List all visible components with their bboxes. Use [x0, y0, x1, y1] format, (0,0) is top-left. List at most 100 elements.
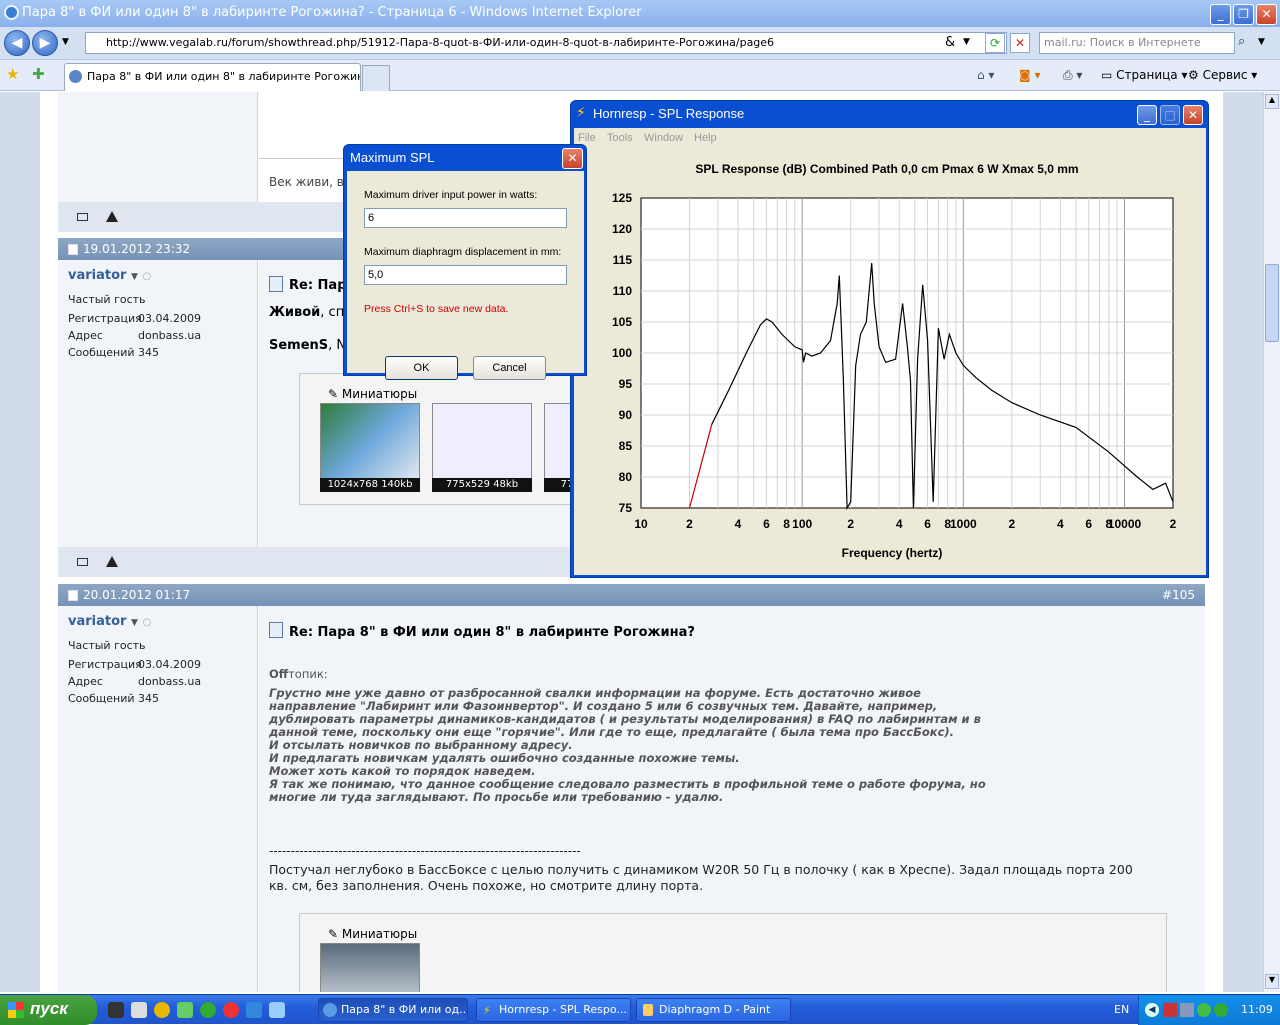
scroll-down-button[interactable]: ▼: [1265, 974, 1279, 989]
tools-menu[interactable]: ⚙ Сервис ▾: [1188, 68, 1257, 82]
refresh-icon[interactable]: ⟳: [985, 33, 1005, 53]
chrome-icon[interactable]: [154, 1002, 170, 1018]
hornresp-minimize-button[interactable]: _: [1137, 105, 1157, 125]
x-tick-label: 4: [735, 517, 742, 531]
tray-app-icon[interactable]: [1197, 1003, 1211, 1017]
power-input[interactable]: 6: [364, 208, 567, 228]
msgs-label: Сообщений: [68, 346, 135, 359]
y-tick-label: 125: [612, 191, 632, 205]
back-button[interactable]: ◀: [4, 30, 30, 56]
url-dropdown-icon[interactable]: ▼: [963, 37, 970, 47]
opera-icon[interactable]: [223, 1002, 239, 1018]
favorites-star-icon[interactable]: ★: [6, 65, 19, 83]
page-menu[interactable]: ▭ Страница ▾: [1101, 68, 1188, 82]
report-icon[interactable]: [106, 211, 118, 222]
post-title: Re: Пар: [289, 278, 347, 293]
taskbar-item-ie[interactable]: Пара 8" в ФИ или од...: [318, 998, 468, 1022]
quicklaunch-icon[interactable]: [200, 1002, 216, 1018]
compat-icon[interactable]: &: [945, 35, 955, 50]
antivirus-icon[interactable]: [1163, 1003, 1177, 1017]
tab-current[interactable]: Пара 8" в ФИ или один 8" в лабиринте Рог…: [64, 63, 361, 91]
feeds-icon[interactable]: ◙ ▾: [1019, 68, 1040, 82]
taskbar-item-paint[interactable]: Diaphragm D - Paint: [636, 998, 791, 1022]
displacement-input[interactable]: 5,0: [364, 265, 567, 285]
x-tick-label: 4: [1057, 517, 1064, 531]
user-msgs: Сообщений 345: [68, 692, 159, 705]
post-text-line: кв. см, без заполнения. Очень похоже, но…: [269, 878, 704, 893]
quicklaunch-icon[interactable]: [131, 1002, 147, 1018]
start-label: пуск: [30, 999, 68, 1018]
save-hint: Press Ctrl+S to save new data.: [364, 303, 509, 315]
tools-menu-label: Сервис: [1202, 68, 1248, 82]
add-favorites-icon[interactable]: ✚: [32, 65, 45, 83]
ie-quicklaunch-icon[interactable]: [246, 1002, 262, 1018]
y-tick-label: 75: [619, 501, 633, 515]
thumb-caption: 775x529 48kb: [432, 478, 532, 492]
max-spl-dialog: Maximum SPL ✕ Maximum driver input power…: [343, 144, 587, 380]
page-scrollbar[interactable]: ▲ ▼: [1263, 92, 1280, 992]
offtopic-text: Грустно мне уже давно от разбросанной св…: [269, 687, 989, 804]
username[interactable]: variator ▼ ○: [68, 614, 151, 629]
user-menu-icon[interactable]: ▼: [131, 272, 138, 282]
username-text: variator: [68, 614, 127, 629]
prev-signature: Век живи, ве: [269, 175, 352, 189]
post-number-link[interactable]: #105: [1162, 584, 1195, 606]
mail-icon[interactable]: [77, 213, 88, 221]
search-icon[interactable]: ⌕: [1238, 34, 1245, 49]
url-input[interactable]: http://www.vegalab.ru/forum/showthread.p…: [85, 32, 1007, 54]
history-dropdown-icon[interactable]: ▼: [62, 37, 69, 47]
menu-help[interactable]: Help: [694, 132, 717, 144]
thumbs-label: ✎ Миниатюры: [328, 927, 418, 941]
network-icon[interactable]: [1180, 1003, 1194, 1017]
quicklaunch-icon[interactable]: [177, 1002, 193, 1018]
username[interactable]: variator ▼ ○: [68, 268, 151, 283]
search-input[interactable]: mail.ru: Поиск в Интернете: [1039, 32, 1235, 54]
post-title-icon: [269, 276, 283, 292]
taskbar-item-hornresp[interactable]: ⚡ Hornresp - SPL Respo...: [476, 998, 631, 1022]
scroll-up-button[interactable]: ▲: [1265, 94, 1279, 109]
close-button[interactable]: ✕: [1256, 4, 1277, 25]
new-tab-button[interactable]: [362, 65, 390, 91]
ok-button[interactable]: OK: [385, 356, 458, 380]
x-tick-label: 6: [924, 517, 931, 531]
thumbnail[interactable]: [432, 403, 532, 483]
report-icon[interactable]: [106, 556, 118, 567]
forward-button[interactable]: ▶: [32, 30, 58, 56]
minimize-button[interactable]: _: [1210, 4, 1231, 25]
tray-app-icon[interactable]: [1214, 1003, 1228, 1017]
home-icon[interactable]: ⌂ ▾: [977, 68, 994, 82]
x-axis-label: Frequency (hertz): [842, 546, 943, 560]
thumbnail[interactable]: [320, 943, 420, 992]
scroll-thumb[interactable]: [1265, 264, 1279, 342]
offtopic-rest: топик:: [288, 667, 328, 681]
addr-value: donbass.ua: [138, 675, 202, 688]
user-info: variator ▼ ○ Частый гость Регистрация 03.…: [58, 260, 258, 547]
cancel-button[interactable]: Cancel: [473, 356, 546, 380]
x-tick-label: 2: [1170, 517, 1177, 531]
post-date: 19.01.2012 23:32: [83, 242, 191, 256]
addr-label: Адрес: [68, 329, 103, 342]
chart-title: SPL Response (dB) Combined Path 0,0 cm P…: [695, 162, 1078, 176]
page-menu-label: Страница: [1116, 68, 1178, 82]
quicklaunch-icon[interactable]: [269, 1002, 285, 1018]
menu-window[interactable]: Window: [644, 132, 683, 144]
user-menu-icon[interactable]: ▼: [131, 618, 138, 628]
stop-icon[interactable]: ✕: [1010, 33, 1030, 53]
hornresp-maximize-button[interactable]: □: [1160, 105, 1180, 125]
menu-file[interactable]: File: [578, 132, 596, 144]
start-button[interactable]: пуск: [0, 995, 97, 1025]
dialog-close-button[interactable]: ✕: [562, 148, 583, 169]
menu-tools[interactable]: Tools: [607, 132, 633, 144]
search-dropdown-icon[interactable]: ▼: [1258, 37, 1265, 47]
mail-icon[interactable]: [77, 558, 88, 566]
maximize-button[interactable]: ❐: [1233, 4, 1254, 25]
hornresp-close-button[interactable]: ✕: [1183, 105, 1203, 125]
reg-label: Регистрация: [68, 312, 142, 325]
thumbnail[interactable]: [320, 403, 420, 483]
language-indicator[interactable]: EN: [1114, 995, 1129, 1025]
tray-expand-icon[interactable]: ◀: [1145, 1003, 1159, 1017]
power-label: Maximum driver input power in watts:: [364, 189, 538, 201]
quicklaunch-icon[interactable]: [108, 1002, 124, 1018]
user-rank: Частый гость: [68, 293, 146, 306]
print-icon[interactable]: ⎙ ▾: [1063, 68, 1082, 83]
